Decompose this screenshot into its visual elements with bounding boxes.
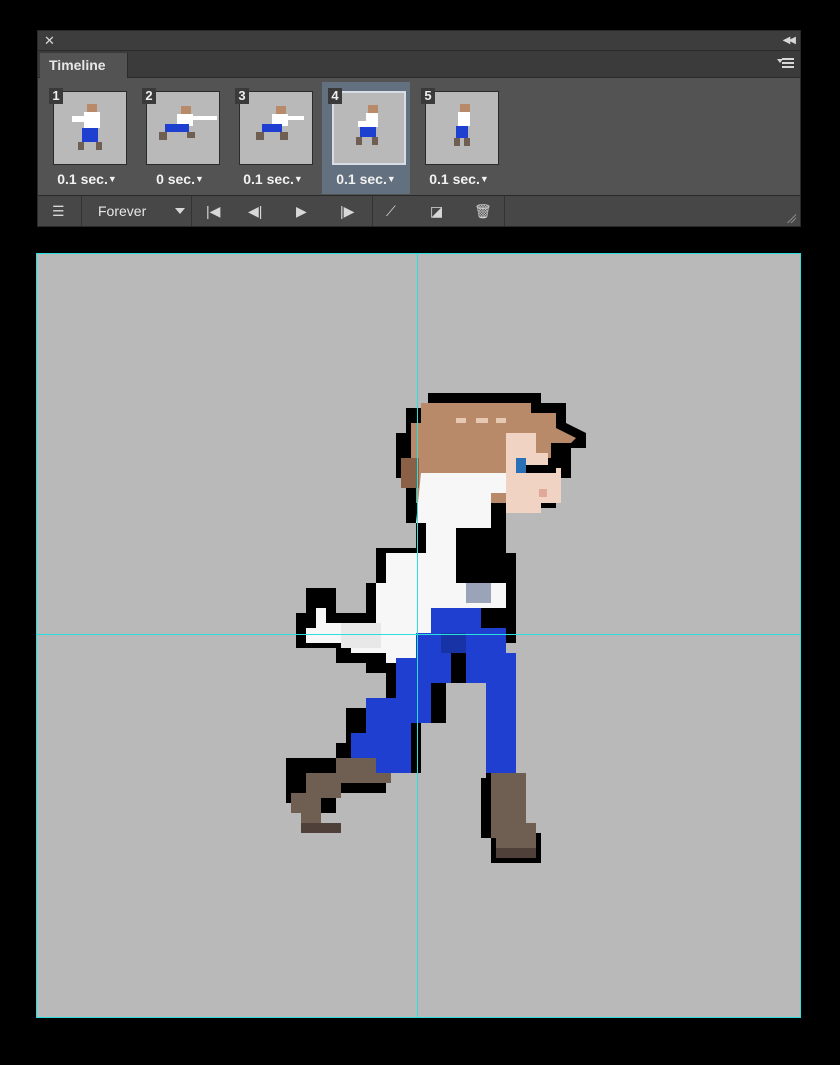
duplicate-frame-icon[interactable]: ◪: [430, 202, 443, 220]
loop-value: Forever: [98, 203, 147, 219]
timeline-toolbar: ☰ Forever |◀ ◀| ▶ |▶ ⟋ ◪ 🗑: [38, 195, 800, 226]
loop-options-select[interactable]: Forever: [82, 196, 192, 226]
previous-frame-icon[interactable]: ◀|: [248, 202, 262, 220]
top-guide[interactable]: [36, 253, 801, 254]
bottom-guide[interactable]: [36, 1017, 801, 1018]
chevron-down-icon: ▼: [195, 174, 204, 184]
frame-thumbnail[interactable]: [425, 91, 499, 165]
frame-sprite-thumb: [159, 106, 217, 140]
animation-frame-3[interactable]: 3 0.1 sec.▼: [229, 82, 317, 194]
frame-number: 1: [49, 88, 63, 104]
frame-number: 5: [421, 88, 435, 104]
chevron-down-icon: ▼: [386, 174, 396, 184]
chevron-down-icon: ▼: [293, 174, 303, 184]
frame-thumbnail[interactable]: [332, 91, 406, 165]
panel-menu-icon[interactable]: [777, 56, 794, 70]
sprite-artwork: [286, 393, 586, 863]
resize-grip[interactable]: [786, 213, 796, 223]
convert-timeline-icon: ☰: [52, 203, 65, 219]
frame-delay-label: 0.1 sec.: [429, 171, 480, 187]
animation-frame-5[interactable]: 5 0.1 sec.▼: [415, 82, 503, 194]
tween-icon[interactable]: ⟋: [386, 202, 396, 220]
animation-frame-2[interactable]: 2 0 sec.▼: [136, 82, 224, 194]
chevron-down-icon: ▼: [479, 174, 489, 184]
frame-sprite-thumb: [356, 105, 378, 145]
vertical-guide[interactable]: [417, 253, 418, 1018]
trash-icon[interactable]: 🗑: [474, 202, 492, 220]
document-canvas[interactable]: [36, 253, 801, 1018]
next-frame-icon[interactable]: |▶: [340, 202, 354, 220]
horizontal-guide[interactable]: [36, 634, 801, 635]
frame-sprite-thumb: [256, 106, 304, 140]
tab-row: Timeline: [38, 51, 800, 78]
frame-thumbnail[interactable]: [53, 91, 127, 165]
chevron-down-icon: ▼: [107, 174, 117, 184]
frame-delay[interactable]: 0.1 sec.▼: [326, 171, 406, 187]
frame-delay-label: 0.1 sec.: [243, 171, 294, 187]
frame-sprite-thumb: [72, 104, 102, 150]
animation-frame-4[interactable]: 4 0.1 sec.▼: [322, 82, 410, 194]
left-guide[interactable]: [36, 253, 37, 1018]
frame-delay[interactable]: 0.1 sec.▼: [419, 171, 499, 187]
frame-thumbnail[interactable]: [146, 91, 220, 165]
frame-sprite-thumb: [454, 104, 470, 146]
frame-thumbnail[interactable]: [239, 91, 313, 165]
frame-delay[interactable]: 0 sec.▼: [140, 171, 220, 187]
frame-number: 2: [142, 88, 156, 104]
frame-delay-label: 0.1 sec.: [57, 171, 108, 187]
animation-frame-1[interactable]: 1 0.1 sec.▼: [43, 82, 131, 194]
close-icon[interactable]: ✕: [44, 32, 55, 50]
panel-titlebar: ✕ ◀◀: [38, 31, 800, 51]
convert-timeline-button[interactable]: ☰: [38, 196, 82, 226]
frame-delay-label: 0.1 sec.: [336, 171, 387, 187]
chevron-down-icon: [175, 208, 185, 219]
frame-strip: 1 0.1 sec.▼ 2 0 sec.▼ 3 0.1 sec.▼ 4 0.1 …: [38, 78, 800, 195]
double-chevron-icon[interactable]: ◀◀: [783, 32, 796, 50]
frame-delay[interactable]: 0.1 sec.▼: [47, 171, 127, 187]
first-frame-icon[interactable]: |◀: [206, 202, 220, 220]
toolbar-divider: [372, 196, 373, 226]
right-guide[interactable]: [800, 253, 801, 1018]
toolbar-divider: [504, 196, 505, 226]
play-icon[interactable]: ▶: [296, 202, 307, 220]
frame-delay-label: 0 sec.: [156, 171, 195, 187]
frame-number: 3: [235, 88, 249, 104]
frame-delay[interactable]: 0.1 sec.▼: [233, 171, 313, 187]
timeline-panel: ✕ ◀◀ Timeline 1 0.1 sec.▼ 2 0 sec.▼ 3 0.…: [37, 30, 801, 227]
tab-timeline[interactable]: Timeline: [40, 53, 128, 78]
frame-number: 4: [328, 88, 342, 104]
